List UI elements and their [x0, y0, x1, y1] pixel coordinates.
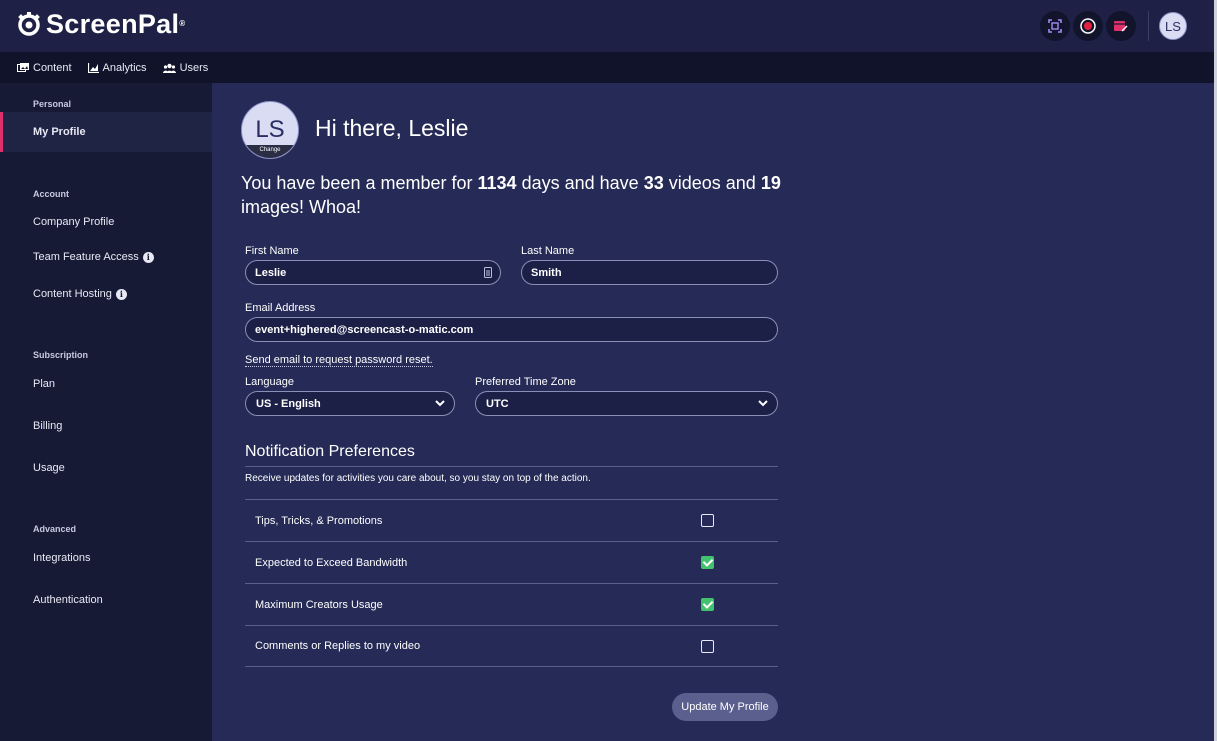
- sidebar-item-label: Billing: [33, 420, 63, 432]
- sidebar-item-plan[interactable]: Plan: [0, 364, 212, 404]
- update-profile-button[interactable]: Update My Profile: [672, 693, 778, 721]
- email-value: event+highered@screencast-o-matic.com: [255, 323, 474, 336]
- top-bar: ScreenPal® LS: [0, 0, 1217, 52]
- main-nav: Content Analytics Users: [0, 52, 1217, 83]
- password-reset-link[interactable]: Send email to request password reset.: [245, 354, 433, 367]
- notification-row: Maximum Creators Usage: [245, 583, 778, 625]
- language-label: Language: [245, 376, 294, 388]
- sidebar-item-label: Usage: [33, 462, 65, 474]
- tips-tricks-checkbox[interactable]: [701, 514, 714, 527]
- notification-label: Tips, Tricks, & Promotions: [255, 514, 383, 527]
- sidebar-item-my-profile[interactable]: My Profile: [0, 112, 212, 152]
- profile-main: LS Change Hi there, Leslie You have been…: [212, 83, 1214, 741]
- divider: [1148, 11, 1149, 41]
- nav-analytics-label: Analytics: [102, 61, 147, 74]
- profile-avatar[interactable]: LS Change: [241, 101, 299, 159]
- change-avatar-button[interactable]: Change: [242, 145, 298, 158]
- sidebar-section-advanced: Advanced: [33, 524, 77, 534]
- notification-row: Tips, Tricks, & Promotions: [245, 499, 778, 541]
- sidebar-item-content-hosting[interactable]: Content Hosting i: [0, 274, 212, 314]
- sidebar-section-personal: Personal: [33, 99, 72, 109]
- sidebar-item-label: Authentication: [33, 594, 103, 606]
- screenpal-logo-icon: [18, 12, 40, 36]
- sidebar-item-label: My Profile: [33, 126, 86, 138]
- nav-users-label: Users: [179, 61, 209, 74]
- info-icon[interactable]: i: [142, 251, 154, 263]
- member-stats: You have been a member for 1134 days and…: [241, 171, 821, 219]
- video-count: 33: [643, 173, 664, 193]
- users-icon: [162, 63, 176, 73]
- sidebar-item-label: Plan: [33, 378, 56, 390]
- nav-users[interactable]: Users: [162, 61, 209, 74]
- sidebar-item-billing[interactable]: Billing: [0, 406, 212, 446]
- first-name-field[interactable]: Leslie: [245, 260, 501, 285]
- sidebar-item-label: Team Feature Access: [33, 251, 139, 263]
- user-avatar[interactable]: LS: [1159, 12, 1187, 40]
- image-count: 19: [760, 173, 781, 193]
- notification-label: Comments or Replies to my video: [255, 640, 421, 652]
- nav-analytics[interactable]: Analytics: [87, 61, 147, 74]
- sidebar-item-company-profile[interactable]: Company Profile: [0, 202, 212, 242]
- app-name: ScreenPal®: [46, 9, 186, 39]
- video-editor-button[interactable]: [1106, 11, 1136, 41]
- member-text: You have been a member for: [241, 173, 473, 193]
- screen-capture-icon: [1048, 19, 1062, 33]
- timezone-label: Preferred Time Zone: [475, 376, 576, 388]
- sidebar-item-label: Content Hosting: [33, 288, 112, 300]
- sidebar-item-team-feature-access[interactable]: Team Feature Access i: [0, 237, 212, 277]
- sidebar-item-label: Integrations: [33, 552, 91, 564]
- chevron-down-icon: [758, 400, 768, 407]
- notification-row: Expected to Exceed Bandwidth: [245, 541, 778, 583]
- member-days: 1134: [477, 173, 517, 193]
- comments-replies-checkbox[interactable]: [701, 640, 714, 653]
- bandwidth-checkbox[interactable]: [701, 556, 714, 569]
- language-value: US - English: [256, 397, 321, 410]
- member-text: days and have: [521, 173, 639, 193]
- sidebar-item-label: Company Profile: [33, 216, 115, 228]
- notification-preferences-title: Notification Preferences: [245, 443, 415, 460]
- screenpal-logo[interactable]: ScreenPal®: [16, 10, 186, 38]
- creators-usage-checkbox[interactable]: [701, 598, 714, 611]
- first-name-label: First Name: [245, 245, 299, 257]
- notification-description: Receive updates for activities you care …: [245, 473, 591, 484]
- last-name-value: Smith: [531, 266, 562, 279]
- last-name-field[interactable]: Smith: [521, 260, 778, 285]
- member-text: images! Whoa!: [241, 197, 362, 217]
- divider: [245, 466, 778, 467]
- sidebar-item-usage[interactable]: Usage: [0, 448, 212, 488]
- notification-label: Maximum Creators Usage: [255, 598, 383, 611]
- first-name-value: Leslie: [255, 266, 287, 279]
- content-icon: [17, 62, 29, 72]
- language-select[interactable]: US - English: [245, 391, 455, 416]
- screen-capture-button[interactable]: [1040, 11, 1070, 41]
- info-icon[interactable]: i: [115, 288, 127, 300]
- sidebar-section-account: Account: [33, 189, 69, 199]
- sidebar-item-authentication[interactable]: Authentication: [0, 580, 212, 620]
- record-icon: [1080, 18, 1096, 34]
- member-text: videos and: [668, 173, 756, 193]
- last-name-label: Last Name: [521, 245, 575, 257]
- sidebar-section-subscription: Subscription: [33, 350, 89, 360]
- autofill-icon: [484, 267, 492, 278]
- greeting-heading: Hi there, Leslie: [315, 115, 469, 141]
- timezone-select[interactable]: UTC: [475, 391, 778, 416]
- notification-row: Comments or Replies to my video: [245, 625, 778, 667]
- sidebar: Personal My Profile Account Company Prof…: [0, 83, 212, 741]
- analytics-icon: [87, 62, 99, 73]
- email-field[interactable]: event+highered@screencast-o-matic.com: [245, 317, 778, 342]
- sidebar-item-integrations[interactable]: Integrations: [0, 538, 212, 578]
- chevron-down-icon: [435, 400, 445, 407]
- record-button[interactable]: [1073, 11, 1103, 41]
- timezone-value: UTC: [486, 397, 509, 410]
- notification-label: Expected to Exceed Bandwidth: [255, 556, 408, 569]
- video-editor-icon: [1114, 21, 1128, 32]
- nav-content-label: Content: [33, 61, 72, 74]
- email-label: Email Address: [245, 302, 316, 314]
- nav-content[interactable]: Content: [17, 62, 72, 74]
- avatar-initials: LS: [255, 116, 285, 143]
